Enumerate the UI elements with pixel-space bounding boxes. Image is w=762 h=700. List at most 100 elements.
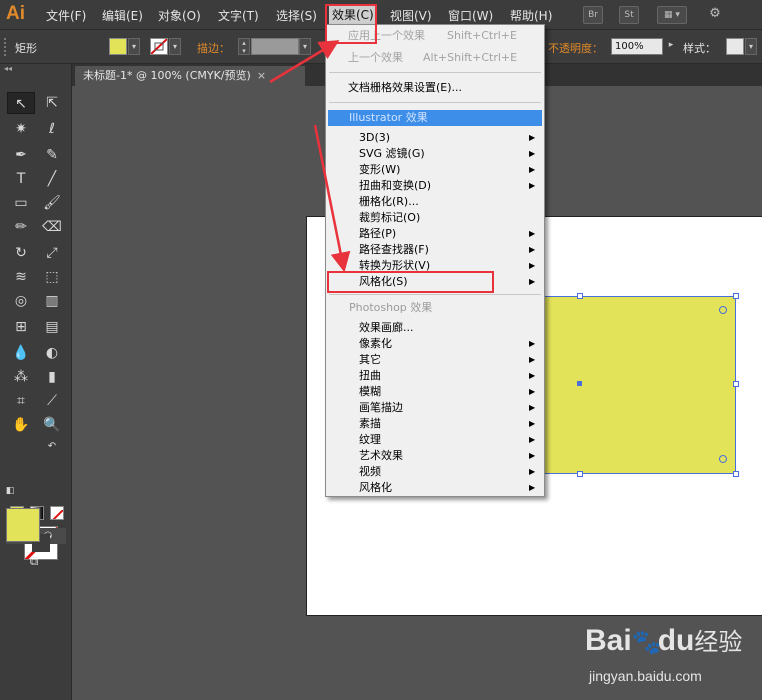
annotation-box-effect-menu bbox=[325, 4, 377, 44]
fill-dropdown[interactable]: ▾ bbox=[128, 38, 140, 55]
menu-select[interactable]: 选择(S) bbox=[276, 7, 317, 24]
gpu-performance-icon[interactable]: ⚙ bbox=[703, 6, 727, 24]
symbol-sprayer-tool-icon[interactable]: ⁂ bbox=[7, 366, 35, 388]
shape-builder-tool-icon[interactable]: ◎ bbox=[7, 290, 35, 312]
paintbrush-tool-icon[interactable]: 🖌 bbox=[38, 192, 66, 214]
width-tool-icon[interactable]: ≋ bbox=[7, 266, 35, 288]
default-fill-stroke-icon[interactable]: ◧ bbox=[3, 484, 17, 498]
submenu-arrow-icon: ▶ bbox=[529, 419, 536, 428]
stroke-weight-dropdown[interactable]: ▾ bbox=[299, 38, 311, 55]
submenu-arrow-icon: ▶ bbox=[529, 451, 536, 460]
artboard-tool-icon[interactable]: ⌗ bbox=[7, 390, 35, 412]
selection-handle-middle-right[interactable] bbox=[733, 381, 739, 387]
stock-button[interactable]: St bbox=[619, 6, 639, 24]
menu-edit[interactable]: 编辑(E) bbox=[102, 7, 143, 24]
menu-item-texture[interactable]: 纹理 ▶ bbox=[326, 432, 544, 448]
menu-window[interactable]: 窗口(W) bbox=[448, 7, 493, 24]
eyedropper-tool-icon[interactable]: 💧 bbox=[7, 342, 35, 364]
style-swatch[interactable] bbox=[726, 38, 744, 55]
menu-item-brush-strokes[interactable]: 画笔描边 ▶ bbox=[326, 400, 544, 416]
menu-item-path[interactable]: 路径(P) ▶ bbox=[326, 226, 544, 242]
style-dropdown[interactable]: ▾ bbox=[745, 38, 757, 55]
menu-item-3d[interactable]: 3D(3) ▶ bbox=[326, 130, 544, 146]
close-tab-icon[interactable]: × bbox=[257, 69, 266, 82]
menu-item-warp[interactable]: 变形(W) ▶ bbox=[326, 162, 544, 178]
screen-mode-icon[interactable]: ⧉ bbox=[22, 552, 46, 570]
corner-widget-top-right[interactable] bbox=[719, 306, 727, 314]
submenu-arrow-icon: ▶ bbox=[529, 435, 536, 444]
type-tool-icon[interactable]: T bbox=[7, 168, 35, 190]
fill-swatch[interactable] bbox=[109, 38, 127, 55]
stroke-weight-label[interactable]: 描边： bbox=[197, 40, 230, 56]
fill-color-swatch[interactable] bbox=[6, 508, 40, 542]
none-mode-icon[interactable] bbox=[50, 506, 64, 520]
opacity-arrow-icon[interactable]: ▸ bbox=[665, 38, 677, 55]
zoom-tool-icon[interactable]: 🔍 bbox=[38, 414, 66, 436]
menu-item-last-effect[interactable]: 上一个效果 Alt+Shift+Ctrl+E bbox=[326, 50, 544, 66]
menu-separator bbox=[329, 72, 541, 73]
menu-item-other[interactable]: 其它 ▶ bbox=[326, 352, 544, 368]
menu-item-video[interactable]: 视频 ▶ bbox=[326, 464, 544, 480]
pencil-tool-icon[interactable]: ✏ bbox=[7, 216, 35, 238]
arrange-documents-icon[interactable]: ▦ ▾ bbox=[657, 6, 687, 24]
center-point bbox=[577, 381, 582, 386]
rectangle-tool-icon[interactable]: ▭ bbox=[7, 192, 35, 214]
menu-item-blur[interactable]: 模糊 ▶ bbox=[326, 384, 544, 400]
menu-item-rasterize[interactable]: 栅格化(R)... bbox=[326, 194, 544, 210]
scale-tool-icon[interactable]: ⤢ bbox=[38, 242, 66, 264]
selection-handle-top-right[interactable] bbox=[733, 293, 739, 299]
menu-item-effect-gallery[interactable]: 效果画廊... bbox=[326, 320, 544, 336]
menu-item-distort[interactable]: 扭曲 ▶ bbox=[326, 368, 544, 384]
menu-help[interactable]: 帮助(H) bbox=[510, 7, 552, 24]
menu-separator bbox=[329, 294, 541, 295]
pen-tool-icon[interactable]: ✒ bbox=[7, 144, 35, 166]
menu-item-pathfinder[interactable]: 路径查找器(F) ▶ bbox=[326, 242, 544, 258]
selection-tool-icon[interactable]: ↖ bbox=[7, 92, 35, 114]
menu-item-raster-settings[interactable]: 文档栅格效果设置(E)... bbox=[326, 80, 544, 96]
selection-handle-bottom-center[interactable] bbox=[577, 471, 583, 477]
document-tab[interactable]: 未标题-1* @ 100% (CMYK/预览) × bbox=[75, 66, 305, 86]
submenu-arrow-icon: ▶ bbox=[529, 483, 536, 492]
bridge-button[interactable]: Br bbox=[583, 6, 603, 24]
free-transform-tool-icon[interactable]: ⬚ bbox=[38, 266, 66, 288]
stroke-dropdown[interactable]: ▾ bbox=[169, 38, 181, 55]
menu-item-svg-filters[interactable]: SVG 滤镜(G) ▶ bbox=[326, 146, 544, 162]
curvature-tool-icon[interactable]: ✎ bbox=[38, 144, 66, 166]
stroke-weight-stepper[interactable]: ▴ ▾ bbox=[238, 38, 250, 55]
menu-object[interactable]: 对象(O) bbox=[158, 7, 201, 24]
stroke-swatch[interactable] bbox=[150, 38, 168, 55]
direct-selection-tool-icon[interactable]: ⇱ bbox=[38, 92, 66, 114]
menu-item-distort-transform[interactable]: 扭曲和变换(D) ▶ bbox=[326, 178, 544, 194]
menu-item-sketch[interactable]: 素描 ▶ bbox=[326, 416, 544, 432]
collapse-panel-icon[interactable]: ◂◂ bbox=[0, 64, 71, 74]
menu-item-stylize-photoshop[interactable]: 风格化 ▶ bbox=[326, 480, 544, 496]
menu-view[interactable]: 视图(V) bbox=[390, 7, 432, 24]
menu-type[interactable]: 文字(T) bbox=[218, 7, 259, 24]
hand-tool-icon[interactable]: ✋ bbox=[7, 414, 35, 436]
style-label: 样式： bbox=[683, 42, 716, 55]
corner-widget-bottom-right[interactable] bbox=[719, 455, 727, 463]
lasso-tool-icon[interactable]: ℓ bbox=[38, 118, 66, 140]
rotate-tool-icon[interactable]: ↻ bbox=[7, 242, 35, 264]
opacity-input[interactable]: 100% bbox=[611, 38, 663, 55]
stroke-weight-input[interactable] bbox=[251, 38, 299, 55]
swap-fill-stroke-icon[interactable]: ↶ bbox=[44, 440, 60, 454]
menu-file[interactable]: 文件(F) bbox=[46, 7, 86, 24]
magic-wand-tool-icon[interactable]: ✷ bbox=[7, 118, 35, 140]
yellow-rectangle[interactable] bbox=[512, 296, 736, 474]
gradient-tool-icon[interactable]: ▤ bbox=[38, 316, 66, 338]
baidu-watermark: Bai🐾du经验 jingyan.baidu.com bbox=[585, 610, 760, 698]
blend-tool-icon[interactable]: ◐ bbox=[38, 342, 66, 364]
perspective-grid-tool-icon[interactable]: ▥ bbox=[38, 290, 66, 312]
selection-handle-bottom-right[interactable] bbox=[733, 471, 739, 477]
menu-item-crop-marks[interactable]: 裁剪标记(O) bbox=[326, 210, 544, 226]
mesh-tool-icon[interactable]: ⊞ bbox=[7, 316, 35, 338]
slice-tool-icon[interactable]: ⟋ bbox=[38, 390, 66, 412]
line-tool-icon[interactable]: ╱ bbox=[38, 168, 66, 190]
opacity-label[interactable]: 不透明度： bbox=[548, 40, 603, 56]
eraser-tool-icon[interactable]: ⌫ bbox=[38, 216, 66, 238]
column-graph-tool-icon[interactable]: ▮ bbox=[38, 366, 66, 388]
selection-handle-top-center[interactable] bbox=[577, 293, 583, 299]
menu-item-pixelate[interactable]: 像素化 ▶ bbox=[326, 336, 544, 352]
menu-item-artistic[interactable]: 艺术效果 ▶ bbox=[326, 448, 544, 464]
